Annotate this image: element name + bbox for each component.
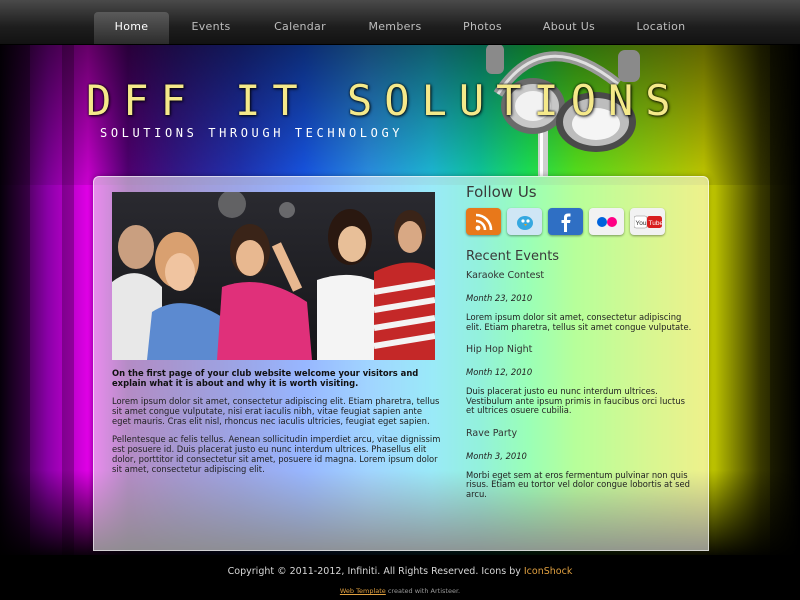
recent-events-heading: Recent Events: [466, 249, 560, 264]
web-template-link[interactable]: Web Template: [340, 587, 386, 595]
iconshock-link[interactable]: IconShock: [524, 566, 572, 577]
event-item: Rave Party Month 3, 2010 Morbi eget sem …: [466, 428, 696, 500]
event-date: Month 12, 2010: [466, 367, 533, 377]
facebook-icon[interactable]: [548, 208, 583, 235]
nav-calendar[interactable]: Calendar: [264, 12, 336, 44]
social-icons: You Tube: [466, 208, 696, 235]
follow-us-heading: Follow Us: [466, 183, 537, 201]
nav-about-us[interactable]: About Us: [536, 12, 602, 44]
twitter-icon[interactable]: [507, 208, 542, 235]
body-paragraph: Lorem ipsum dolor sit amet, consectetur …: [112, 396, 440, 426]
event-title[interactable]: Hip Hop Night: [466, 344, 696, 355]
event-description: Morbi eget sem at eros fermentum pulvina…: [466, 469, 690, 499]
event-item: Karaoke Contest Month 23, 2010 Lorem ips…: [466, 270, 696, 332]
intro-text: On the first page of your club website w…: [112, 368, 419, 388]
sidebar: Follow Us You Tube Recent Events Karaoke …: [466, 183, 696, 499]
flickr-icon[interactable]: [589, 208, 624, 235]
rss-icon[interactable]: [466, 208, 501, 235]
footer-credits: Web Template created with Artisteer.: [0, 587, 800, 595]
svg-text:Tube: Tube: [648, 220, 662, 227]
youtube-icon[interactable]: You Tube: [630, 208, 665, 235]
event-date: Month 3, 2010: [466, 450, 527, 461]
site-title: DFF IT SOLUTIONS: [86, 76, 683, 125]
body-paragraph: Pellentesque ac felis tellus. Aenean sol…: [112, 434, 441, 474]
event-item: Hip Hop Night Month 12, 2010 Duis placer…: [466, 344, 696, 416]
nav-home[interactable]: Home: [94, 12, 169, 44]
event-title[interactable]: Rave Party: [466, 428, 696, 439]
event-description: Duis placerat justo eu nunc interdum ult…: [466, 386, 685, 415]
site-slogan: SOLUTIONS THROUGH TECHNOLOGY: [100, 126, 404, 140]
party-photo: [112, 192, 435, 360]
event-description: Lorem ipsum dolor sit amet, consectetur …: [466, 312, 692, 332]
copyright-text: Copyright © 2011-2012, Infiniti. All Rig…: [227, 566, 524, 577]
nav-members[interactable]: Members: [360, 12, 430, 44]
nav-location[interactable]: Location: [628, 12, 694, 44]
footer-copyright: Copyright © 2011-2012, Infiniti. All Rig…: [0, 566, 800, 577]
nav-events[interactable]: Events: [180, 12, 242, 44]
top-nav: Home Events Calendar Members Photos Abou…: [0, 0, 800, 45]
svg-text:You: You: [635, 220, 646, 227]
main-column: On the first page of your club website w…: [112, 192, 442, 474]
event-title[interactable]: Karaoke Contest: [466, 270, 696, 281]
event-date: Month 23, 2010: [466, 293, 533, 303]
created-with-text: created with Artisteer.: [385, 587, 461, 595]
nav-photos[interactable]: Photos: [455, 12, 510, 44]
